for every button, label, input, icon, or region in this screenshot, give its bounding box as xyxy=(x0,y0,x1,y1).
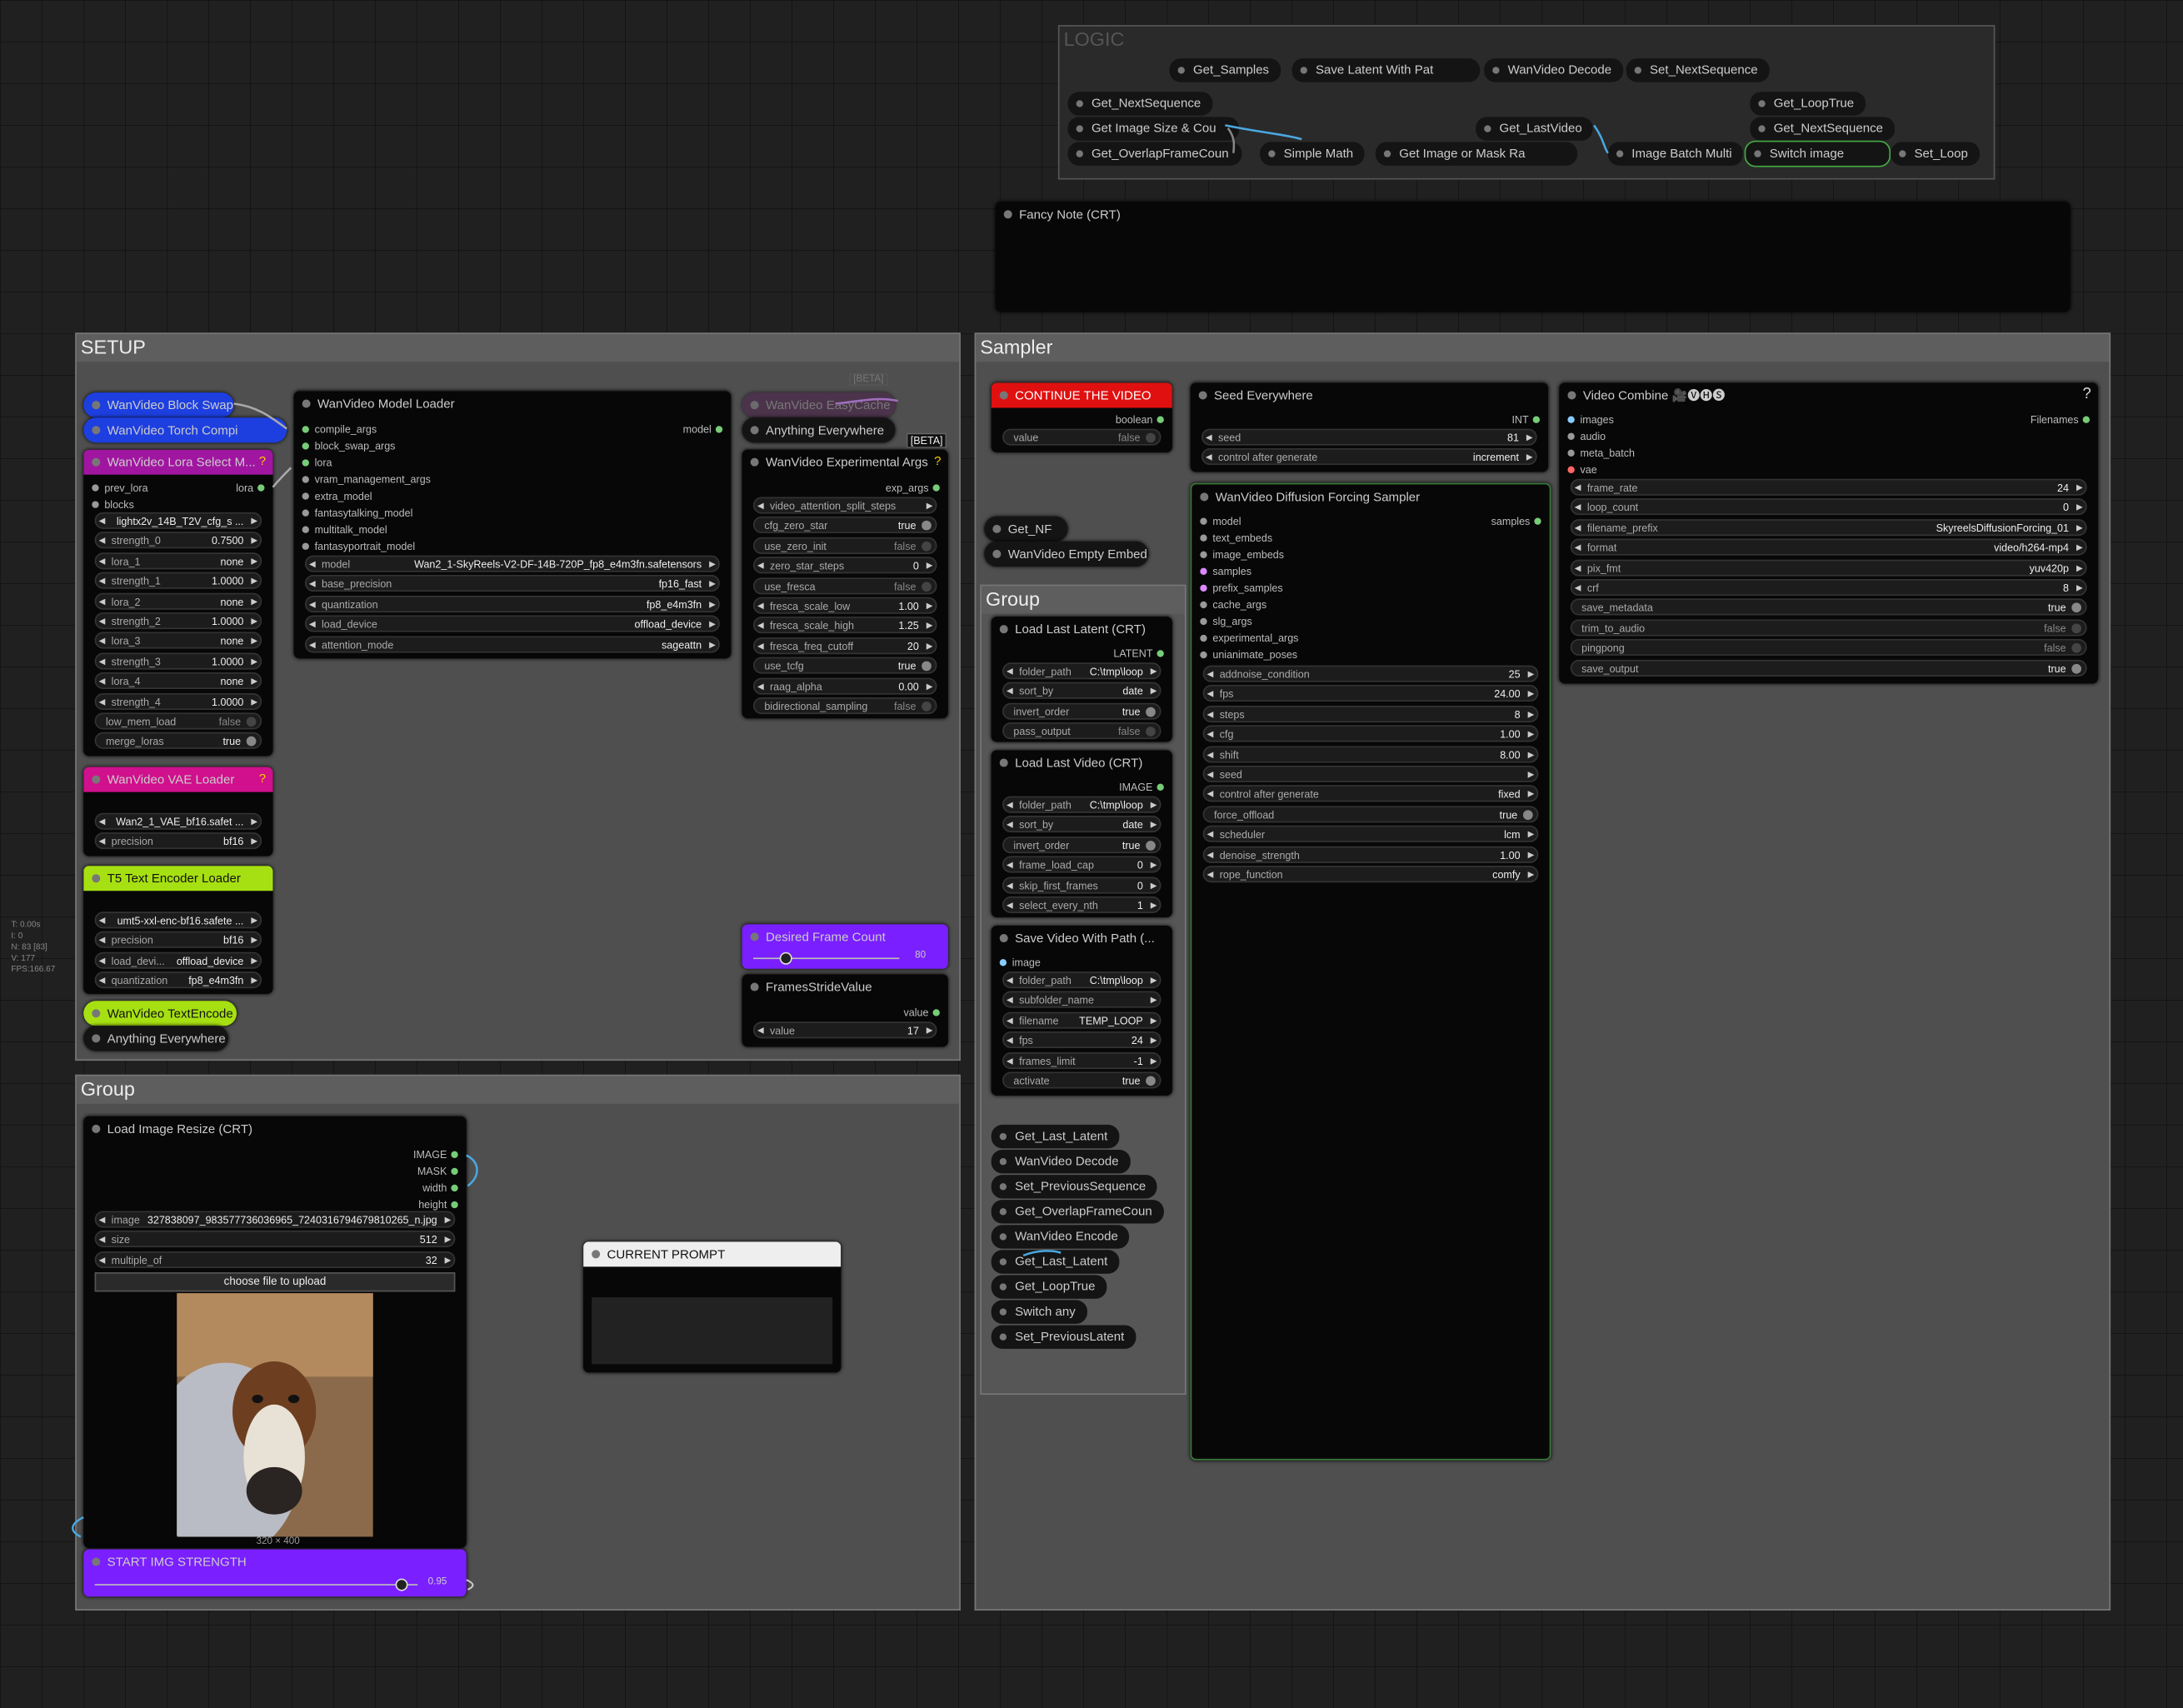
canvas[interactable]: T: 0.00s I: 0 N: 83 [83] V: 177 FPS:166.67 L… xyxy=(0,0,2183,1708)
connection-wires xyxy=(72,397,1062,1591)
